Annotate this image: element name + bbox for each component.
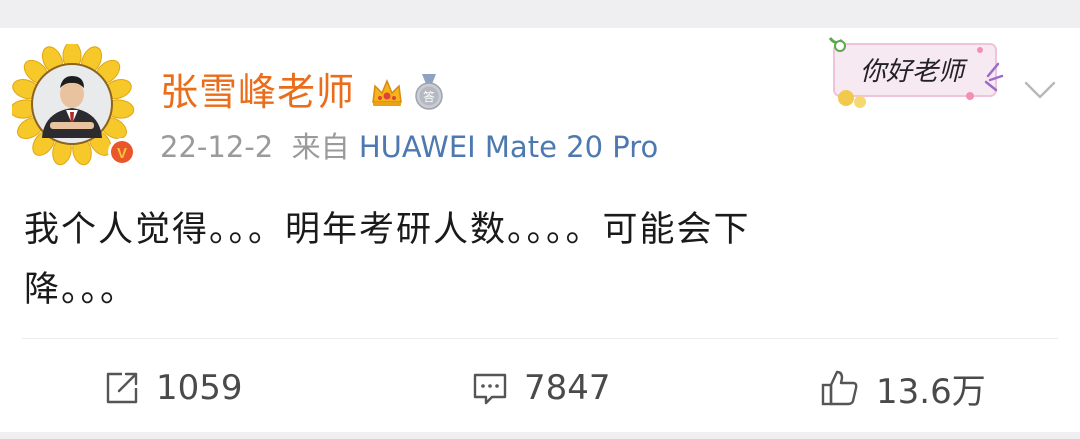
post-text-line-1: 我个人觉得。。。明年考研人数。。。。可能会下	[24, 210, 751, 250]
source-prefix: 来自	[291, 130, 350, 164]
bottom-separator-band	[0, 432, 1080, 439]
sticker-text: 你好老师	[860, 57, 968, 87]
action-divider	[22, 338, 1058, 339]
comment-button[interactable]: 7847	[470, 356, 611, 420]
post-date: 22-12-2	[160, 130, 274, 164]
source-device[interactable]: HUAWEI Mate 20 Pro	[359, 130, 658, 164]
avatar[interactable]: V	[12, 44, 138, 170]
author-row: 张雪峰老师 答	[160, 64, 447, 120]
comment-icon	[473, 373, 507, 405]
thumbs-up-icon	[821, 370, 858, 406]
repost-count: 1059	[156, 368, 243, 408]
card-decoration-sticker[interactable]: 你好老师	[820, 34, 1005, 110]
comment-count: 7847	[524, 368, 611, 408]
verified-badge: V	[117, 145, 127, 162]
chevron-down-icon[interactable]	[1022, 78, 1058, 102]
username[interactable]: 张雪峰老师	[160, 73, 355, 111]
sunflower-avatar-frame: V	[12, 44, 136, 166]
crown-icon[interactable]	[369, 74, 405, 110]
answer-medal-icon[interactable]: 答	[411, 72, 447, 112]
repost-icon	[106, 372, 138, 404]
like-count: 13.6万	[876, 371, 986, 412]
top-separator-band	[0, 0, 1080, 28]
like-button[interactable]: 13.6万	[818, 356, 986, 420]
post-meta: 22-12-2 来自 HUAWEI Mate 20 Pro	[160, 133, 658, 162]
medal-label: 答	[423, 89, 435, 104]
repost-button[interactable]: 1059	[102, 356, 243, 420]
post-body: 我个人觉得。。。明年考研人数。。。。可能会下 降。。。	[24, 200, 924, 320]
post-text-line-2: 降。。。	[24, 270, 138, 310]
